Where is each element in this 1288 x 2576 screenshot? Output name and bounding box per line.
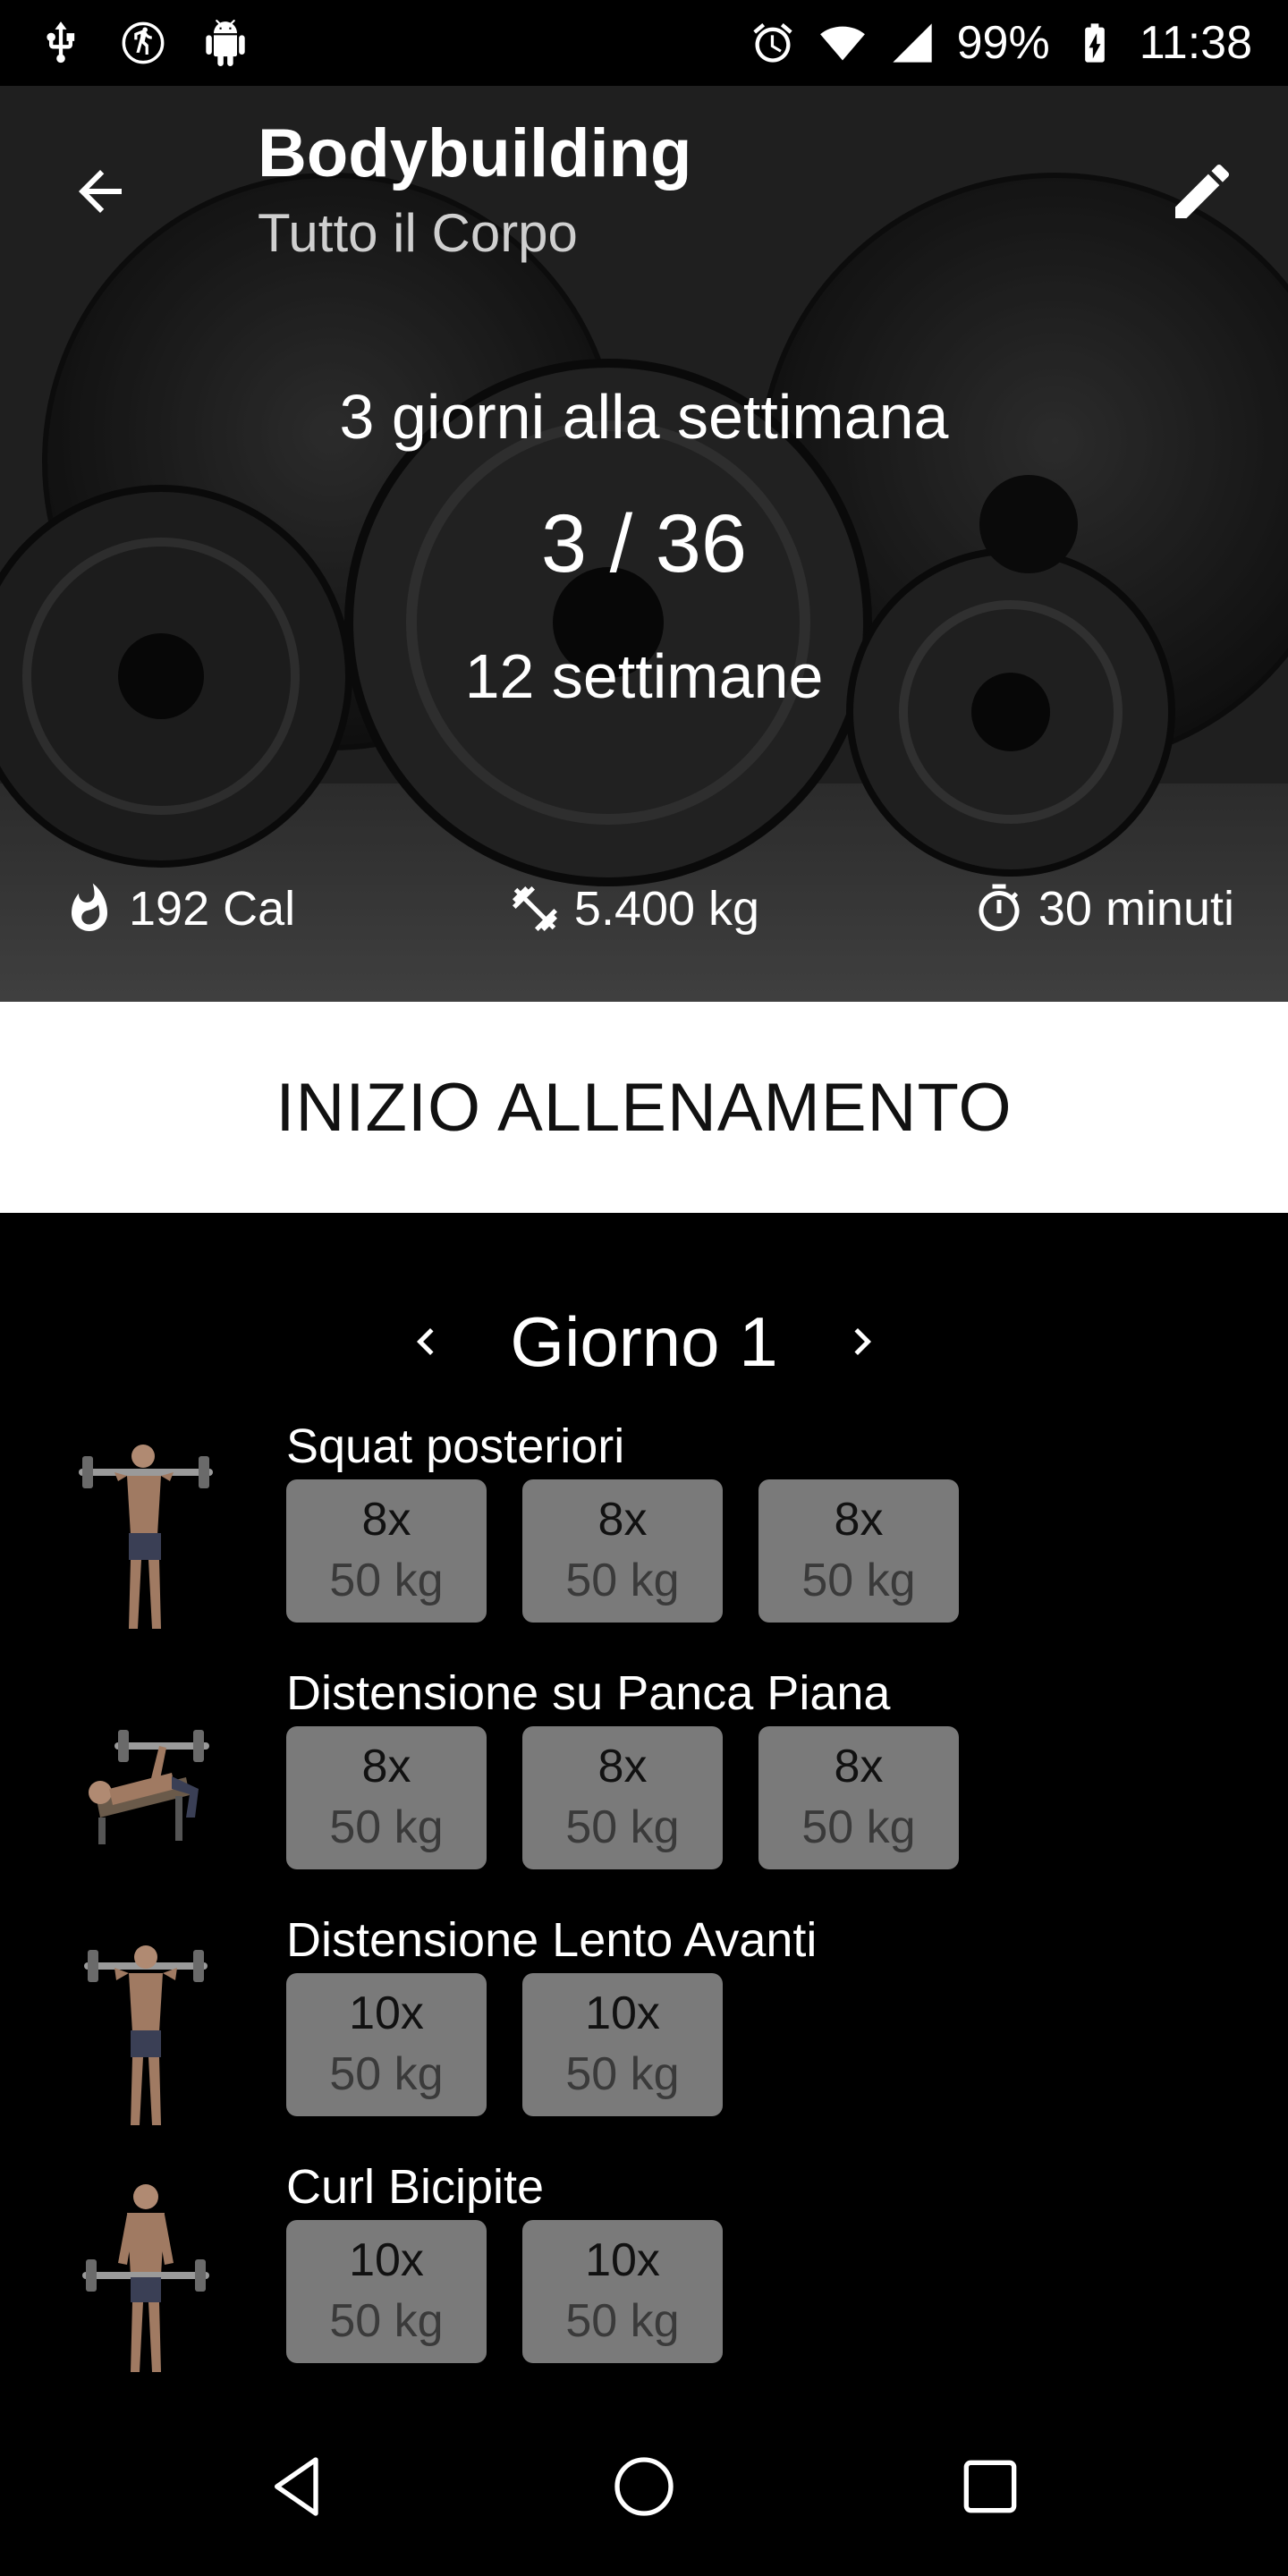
exercise-item[interactable]: Curl Bicipite 10x 50 kg 10x 50 kg <box>0 2159 1288 2401</box>
set-reps: 8x <box>361 1741 411 1793</box>
day-selector: Giorno 1 <box>0 1297 1288 1386</box>
time-stat: 30 minuti <box>972 881 1234 936</box>
set-weight: 50 kg <box>565 2295 680 2347</box>
nav-home-button[interactable] <box>599 2442 689 2531</box>
set-weight: 50 kg <box>565 1555 680 1606</box>
arrow-back-icon <box>79 170 122 213</box>
set-weight: 50 kg <box>329 2048 444 2100</box>
timer-icon <box>979 884 1020 931</box>
back-button[interactable] <box>57 148 143 234</box>
alarm-icon <box>748 18 798 68</box>
set-reps: 8x <box>361 1494 411 1546</box>
nav-back-button[interactable] <box>253 2442 343 2531</box>
plan-frequency: 3 giorni alla settimana <box>339 382 949 452</box>
wifi-icon <box>818 18 868 68</box>
weight-stat: 5.400 kg <box>508 881 759 936</box>
exercise-item[interactable]: Distensione su Panca Piana 8x 50 kg 8x 50 … <box>0 1665 1288 1907</box>
exercise-name: Distensione Lento Avanti <box>286 1913 818 1967</box>
exercise-item[interactable]: Distensione Lento Avanti 10x 50 kg 10x 50 … <box>0 1912 1288 2154</box>
pencil-icon <box>1175 164 1230 218</box>
sets-row: 8x 50 kg 8x 50 kg 8x 50 kg <box>286 1479 959 1623</box>
set-reps: 8x <box>834 1494 884 1546</box>
set-reps: 10x <box>585 2234 660 2287</box>
status-bar: 99% 11:38 <box>0 0 1288 86</box>
set-tile[interactable]: 10x 50 kg <box>522 2220 723 2363</box>
set-tile[interactable]: 8x 50 kg <box>758 1479 959 1623</box>
exercise-item[interactable]: Squat posteriori 8x 50 kg 8x 50 kg 8x 50 kg <box>0 1419 1288 1660</box>
weight-value: 5.400 kg <box>573 882 760 936</box>
hero-banner: Bodybuilding Tutto il Corpo 3 giorni all… <box>0 86 1288 1002</box>
exercise-name: Squat posteriori <box>286 1419 625 1473</box>
set-tile[interactable]: 10x 50 kg <box>286 1973 487 2116</box>
clock: 11:38 <box>1139 17 1252 69</box>
day-label: Giorno 1 <box>510 1301 778 1381</box>
stats-row: 192 Cal 5.400 kg 30 minuti <box>63 873 1234 945</box>
exercise-name: Curl Bicipite <box>286 2160 545 2214</box>
set-weight: 50 kg <box>565 2048 680 2100</box>
battery-charging-icon <box>1070 18 1120 68</box>
set-tile[interactable]: 8x 50 kg <box>286 1726 487 1869</box>
set-tile[interactable]: 8x 50 kg <box>522 1479 723 1623</box>
circle-home-icon <box>614 2457 674 2516</box>
edit-button[interactable] <box>1159 148 1245 234</box>
chevron-right-icon <box>854 1328 871 1355</box>
sets-row: 10x 50 kg 10x 50 kg <box>286 2220 723 2363</box>
calories-stat: 192 Cal <box>63 881 295 936</box>
set-tile[interactable]: 8x 50 kg <box>758 1726 959 1869</box>
time-value: 30 minuti <box>1038 882 1234 936</box>
next-day-button[interactable] <box>835 1306 889 1377</box>
set-reps: 10x <box>349 1987 424 2040</box>
sets-row: 8x 50 kg 8x 50 kg 8x 50 kg <box>286 1726 959 1869</box>
set-reps: 8x <box>834 1741 884 1793</box>
set-weight: 50 kg <box>329 2295 444 2347</box>
signal-icon <box>887 18 937 68</box>
set-weight: 50 kg <box>329 1555 444 1606</box>
running-icon <box>118 18 168 68</box>
usb-icon <box>36 18 86 68</box>
triangle-back-icon <box>275 2457 318 2516</box>
square-recents-icon <box>963 2460 1016 2513</box>
set-weight: 50 kg <box>801 1555 916 1606</box>
previous-day-button[interactable] <box>399 1306 453 1377</box>
set-reps: 10x <box>349 2234 424 2287</box>
set-reps: 8x <box>597 1494 648 1546</box>
plan-duration: 12 settimane <box>464 641 824 711</box>
set-tile[interactable]: 10x 50 kg <box>522 1973 723 2116</box>
exercise-figure-squat <box>79 1445 213 1629</box>
calories-value: 192 Cal <box>129 882 296 936</box>
nav-recents-button[interactable] <box>945 2442 1035 2531</box>
set-reps: 10x <box>585 1987 660 2040</box>
set-tile[interactable]: 8x 50 kg <box>286 1479 487 1623</box>
page-subtitle: Tutto il Corpo <box>258 203 578 263</box>
set-tile[interactable]: 8x 50 kg <box>522 1726 723 1869</box>
battery-percent: 99% <box>956 17 1050 69</box>
plan-progress: 3 / 36 <box>540 498 748 589</box>
set-weight: 50 kg <box>329 1801 444 1853</box>
fire-icon <box>72 883 107 931</box>
set-weight: 50 kg <box>801 1801 916 1853</box>
set-tile[interactable]: 10x 50 kg <box>286 2220 487 2363</box>
chevron-left-icon <box>417 1328 434 1355</box>
system-navigation-bar <box>0 2397 1288 2576</box>
exercise-figure-biceps-curl <box>82 2184 209 2372</box>
sets-row: 10x 50 kg 10x 50 kg <box>286 1973 723 2116</box>
exercise-figure-overhead-press <box>84 1945 208 2125</box>
exercise-figure-bench-press <box>89 1730 209 1844</box>
start-workout-button[interactable]: INIZIO ALLENAMENTO <box>0 1002 1288 1213</box>
android-icon <box>200 18 250 68</box>
set-weight: 50 kg <box>565 1801 680 1853</box>
exercise-name: Distensione su Panca Piana <box>286 1666 891 1720</box>
dumbbell-icon <box>512 886 557 931</box>
page-title: Bodybuilding <box>258 115 692 191</box>
set-reps: 8x <box>597 1741 648 1793</box>
